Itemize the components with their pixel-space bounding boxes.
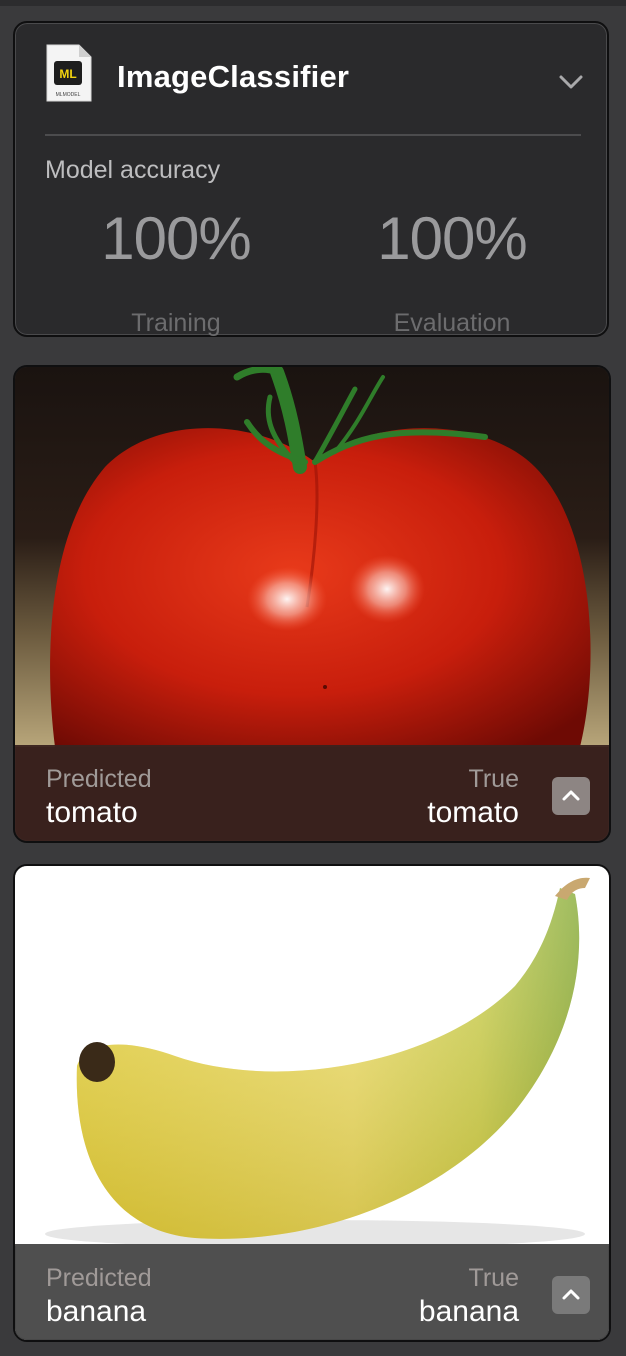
evaluation-metric: 100% Evaluation bbox=[332, 203, 572, 338]
predicted-label: Predicted bbox=[46, 765, 152, 793]
true-value: tomato bbox=[427, 796, 519, 829]
model-name: ImageClassifier bbox=[117, 59, 350, 94]
training-label: Training bbox=[131, 309, 221, 337]
result-card-banana[interactable]: Predicted banana True banana bbox=[13, 864, 611, 1342]
chevron-up-icon bbox=[562, 790, 580, 801]
true-value: banana bbox=[418, 1295, 519, 1328]
training-metric: 100% Training bbox=[56, 203, 296, 338]
predicted-value: banana bbox=[46, 1295, 147, 1328]
mlmodel-file-icon: ML MLMODEL bbox=[46, 44, 92, 102]
prediction-caption: Predicted banana True banana bbox=[15, 1244, 609, 1340]
true-label: True bbox=[468, 765, 519, 793]
true-column: True banana bbox=[419, 1262, 519, 1330]
predicted-column: Predicted tomato bbox=[46, 763, 152, 831]
icon-caption-text: MLMODEL bbox=[56, 92, 81, 98]
predicted-label: Predicted bbox=[46, 1264, 152, 1292]
expand-button[interactable] bbox=[552, 1276, 590, 1314]
chevron-up-icon bbox=[562, 1289, 580, 1300]
icon-badge-text: ML bbox=[59, 67, 76, 81]
evaluation-label: Evaluation bbox=[393, 309, 511, 337]
expand-button[interactable] bbox=[552, 777, 590, 815]
result-card-tomato[interactable]: Predicted tomato True tomato bbox=[13, 365, 611, 843]
predicted-column: Predicted banana bbox=[46, 1262, 152, 1330]
chevron-down-icon[interactable] bbox=[558, 73, 584, 91]
divider bbox=[45, 134, 581, 136]
training-accuracy-value: 100% bbox=[101, 205, 251, 272]
evaluation-accuracy-value: 100% bbox=[377, 205, 527, 272]
true-label: True bbox=[468, 1264, 519, 1292]
prediction-caption: Predicted tomato True tomato bbox=[15, 745, 609, 841]
tomato-photo bbox=[15, 367, 609, 747]
true-column: True tomato bbox=[427, 763, 519, 831]
predicted-value: tomato bbox=[46, 796, 138, 829]
banana-photo bbox=[15, 866, 609, 1246]
top-edge bbox=[0, 0, 626, 6]
model-accuracy-label: Model accuracy bbox=[45, 156, 221, 184]
model-summary-card: ML MLMODEL ImageClassifier Model accurac… bbox=[13, 21, 609, 337]
